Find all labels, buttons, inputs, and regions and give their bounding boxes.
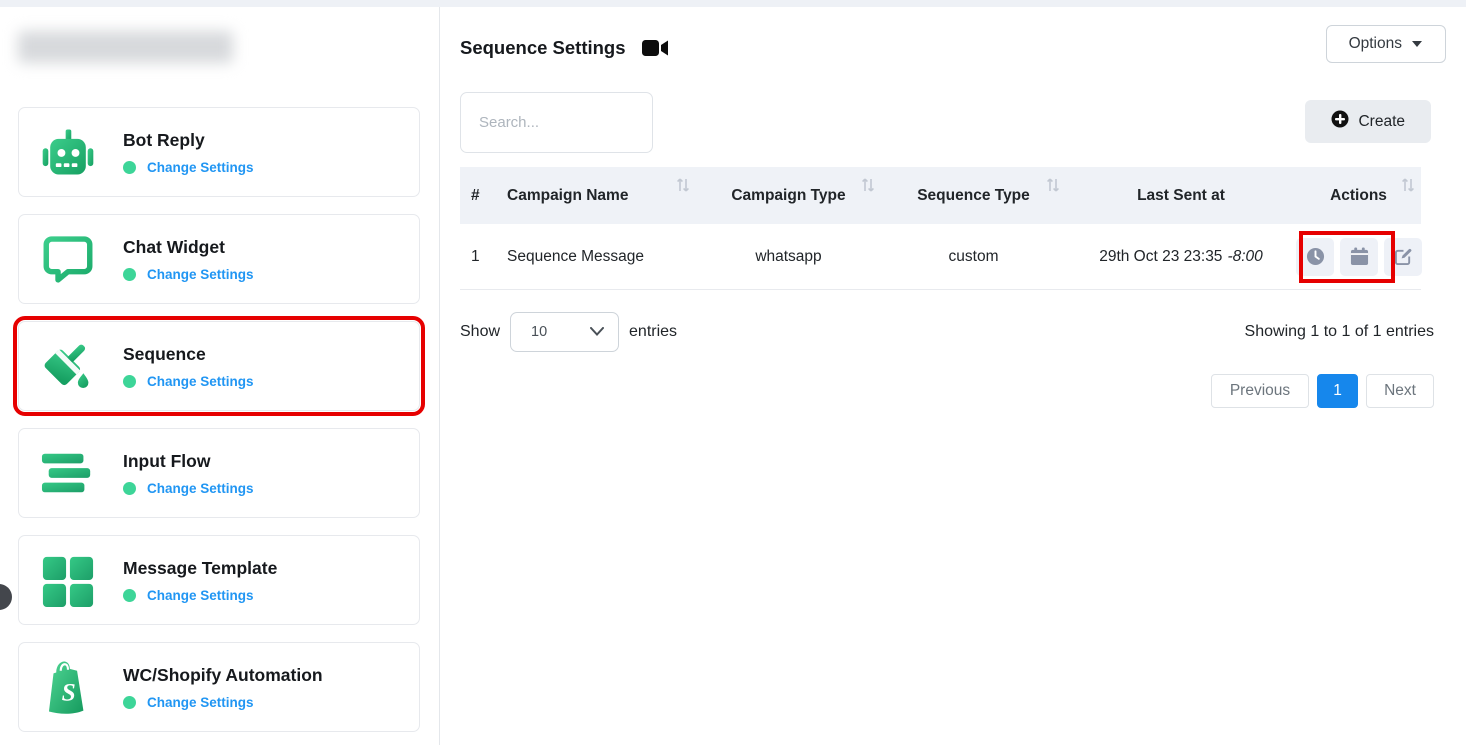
chevron-down-icon (590, 324, 604, 340)
top-strip (0, 0, 1466, 7)
schedule-calendar-button[interactable] (1340, 238, 1378, 276)
video-camera-icon[interactable] (642, 39, 669, 57)
page-number-button[interactable]: 1 (1317, 374, 1358, 408)
column-header-index: # (460, 167, 496, 224)
sidebar: Bot Reply Change Settings Chat Widget (0, 7, 440, 745)
svg-text:S: S (62, 679, 76, 707)
app-window: Bot Reply Change Settings Chat Widget (0, 0, 1466, 745)
cell-campaign-name: Sequence Message (496, 248, 696, 266)
caret-down-icon (1411, 35, 1423, 53)
grid-icon (37, 549, 99, 611)
entries-label: entries (629, 323, 677, 341)
change-settings-link[interactable]: Change Settings (147, 695, 254, 710)
edit-button[interactable] (1384, 238, 1422, 276)
sidebar-item-wc-shopify[interactable]: S WC/Shopify Automation Change Settings (18, 642, 420, 732)
options-button[interactable]: Options (1326, 25, 1446, 63)
change-settings-link[interactable]: Change Settings (147, 267, 254, 282)
sidebar-item-title: Chat Widget (123, 237, 254, 258)
create-button[interactable]: Create (1305, 100, 1431, 143)
pagination: Previous 1 Next (460, 374, 1434, 408)
schedule-clock-button[interactable] (1296, 238, 1334, 276)
status-dot (123, 589, 136, 602)
sidebar-item-message-template[interactable]: Message Template Change Settings (18, 535, 420, 625)
column-header-last-sent-at[interactable]: Last Sent at (1066, 167, 1296, 224)
app-logo (18, 31, 233, 63)
search-input[interactable] (460, 92, 653, 153)
status-dot (123, 268, 136, 281)
column-header-campaign-type[interactable]: Campaign Type (696, 167, 881, 224)
sidebar-item-title: Sequence (123, 344, 254, 365)
page-title: Sequence Settings (460, 37, 626, 59)
create-button-label: Create (1358, 113, 1405, 131)
change-settings-link[interactable]: Change Settings (147, 160, 254, 175)
table-row: 1 Sequence Message whatsapp custom 29th … (460, 224, 1421, 290)
next-page-button[interactable]: Next (1366, 374, 1434, 408)
page-size-select[interactable]: 10 (510, 312, 619, 352)
timezone-offset: -8:00 (1227, 248, 1262, 266)
sidebar-item-sequence[interactable]: Sequence Change Settings (18, 321, 420, 411)
sidebar-item-input-flow[interactable]: Input Flow Change Settings (18, 428, 420, 518)
sidebar-item-bot-reply[interactable]: Bot Reply Change Settings (18, 107, 420, 197)
sort-icon[interactable] (1401, 177, 1415, 198)
showing-summary: Showing 1 to 1 of 1 entries (1245, 323, 1434, 341)
shopify-bag-icon: S (37, 656, 99, 718)
status-dot (123, 482, 136, 495)
main-panel: Sequence Settings Options (441, 7, 1466, 745)
table-header-row: # Campaign Name Campaign Type Sequence T… (460, 167, 1421, 224)
robot-icon (37, 121, 99, 183)
column-header-campaign-name[interactable]: Campaign Name (496, 167, 696, 224)
column-header-actions[interactable]: Actions (1296, 167, 1421, 224)
sidebar-item-title: Input Flow (123, 451, 254, 472)
cell-campaign-type: whatsapp (696, 248, 881, 266)
sequence-table: # Campaign Name Campaign Type Sequence T… (460, 167, 1421, 290)
sidebar-item-title: Bot Reply (123, 130, 254, 151)
cell-actions (1296, 238, 1422, 276)
sort-icon[interactable] (1046, 177, 1060, 198)
previous-page-button[interactable]: Previous (1211, 374, 1309, 408)
cell-sequence-type: custom (881, 248, 1066, 266)
status-dot (123, 161, 136, 174)
change-settings-link[interactable]: Change Settings (147, 374, 254, 389)
options-button-label: Options (1349, 35, 1402, 53)
plus-circle-icon (1331, 110, 1349, 133)
cell-index: 1 (460, 248, 496, 266)
sidebar-item-title: Message Template (123, 558, 277, 579)
sidebar-item-title: WC/Shopify Automation (123, 665, 323, 686)
page-size-value: 10 (531, 324, 547, 340)
status-dot (123, 696, 136, 709)
cell-last-sent-at: 29th Oct 23 23:35 -8:00 (1066, 248, 1296, 266)
status-dot (123, 375, 136, 388)
list-bars-icon (37, 442, 99, 504)
sort-icon[interactable] (861, 177, 875, 198)
change-settings-link[interactable]: Change Settings (147, 481, 254, 496)
change-settings-link[interactable]: Change Settings (147, 588, 254, 603)
chat-bubble-icon (37, 228, 99, 290)
paint-bucket-icon (37, 335, 99, 397)
show-label: Show (460, 323, 500, 341)
column-header-sequence-type[interactable]: Sequence Type (881, 167, 1066, 224)
sort-icon[interactable] (676, 177, 690, 198)
sidebar-item-chat-widget[interactable]: Chat Widget Change Settings (18, 214, 420, 304)
